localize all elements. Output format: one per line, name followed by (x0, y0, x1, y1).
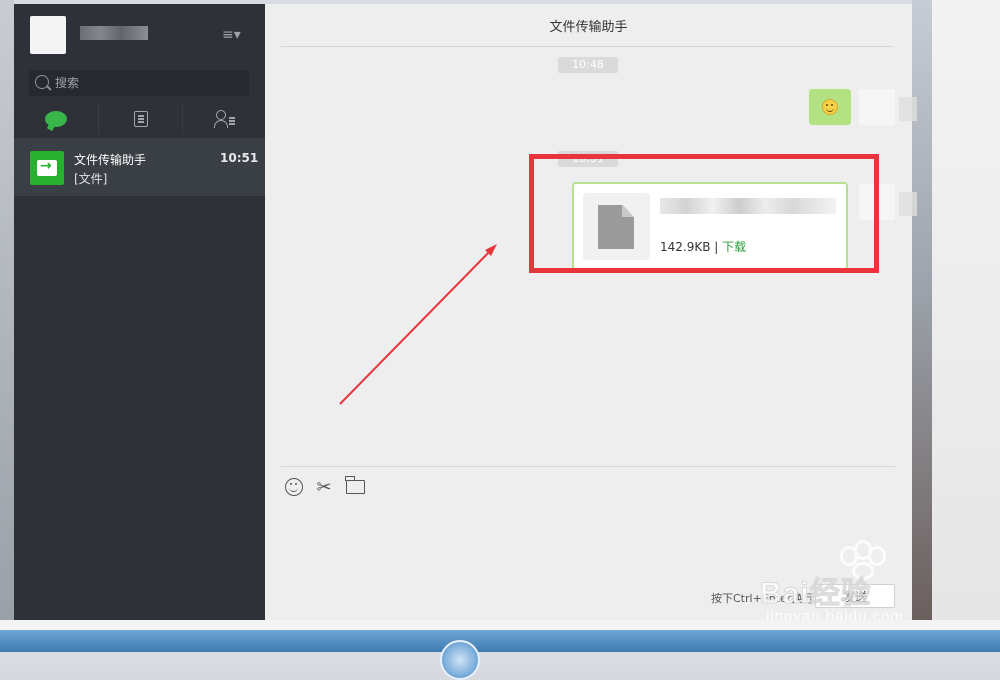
sidebar-nav-tabs (14, 104, 265, 134)
watermark-text: Bai经验 (760, 577, 872, 611)
desktop-window-edge (932, 0, 1000, 620)
tab-contacts[interactable] (182, 104, 266, 134)
chat-panel: 文件传输助手 10:48 10:51 142.9KB | 下载 ✂ 按下Ctrl… (265, 4, 917, 620)
start-orb-icon[interactable] (440, 640, 480, 680)
profile-avatar[interactable] (30, 16, 66, 54)
sidebar: ≡▾ 文件传输助手 [文件] 10:51 (14, 4, 265, 620)
search-icon (35, 75, 49, 89)
tab-articles[interactable] (98, 104, 182, 134)
chat-item-name: 文件传输助手 (74, 153, 147, 167)
header-divider (281, 46, 893, 47)
self-avatar[interactable] (859, 89, 895, 125)
emoji-icon (285, 478, 303, 496)
composer-divider (281, 466, 895, 467)
wechat-window: ≡▾ 文件传输助手 [文件] 10:51 文件传输助手 (14, 4, 917, 620)
smiley-emoji-icon (822, 99, 838, 115)
search-input[interactable] (55, 70, 245, 96)
screenshot-button[interactable]: ✂ (313, 476, 335, 498)
emoji-message-bubble[interactable] (809, 89, 851, 125)
window-bottom-edge (0, 620, 1000, 630)
avatar-blur (899, 192, 917, 216)
annotation-highlight-box (529, 154, 879, 273)
chat-title: 文件传输助手 (549, 20, 628, 35)
menu-lines-icon[interactable]: ≡▾ (222, 28, 244, 42)
scissors-icon: ✂ (316, 476, 332, 498)
contacts-icon (213, 110, 236, 128)
folder-icon (344, 476, 365, 494)
chat-item-preview: [文件] (74, 172, 108, 186)
baidu-jingyan-watermark: Bai经验 jingyan.baidu.com (760, 540, 960, 630)
file-transfer-icon (30, 151, 64, 185)
desktop-background-left (0, 0, 14, 620)
annotation-arrow (339, 244, 497, 405)
search-box[interactable] (29, 70, 249, 96)
send-file-button[interactable] (344, 476, 366, 498)
document-list-icon (133, 111, 148, 127)
emoji-button[interactable] (283, 476, 305, 498)
tab-chats[interactable] (14, 104, 97, 134)
taskbar (0, 630, 1000, 680)
chat-item-time: 10:51 (220, 151, 259, 165)
chat-list-item-file-transfer[interactable]: 文件传输助手 [文件] 10:51 (14, 138, 265, 196)
chat-bubble-icon (44, 111, 67, 127)
time-badge: 10:48 (558, 57, 618, 73)
profile-name-blurred (80, 26, 148, 40)
avatar-blur (899, 97, 917, 121)
